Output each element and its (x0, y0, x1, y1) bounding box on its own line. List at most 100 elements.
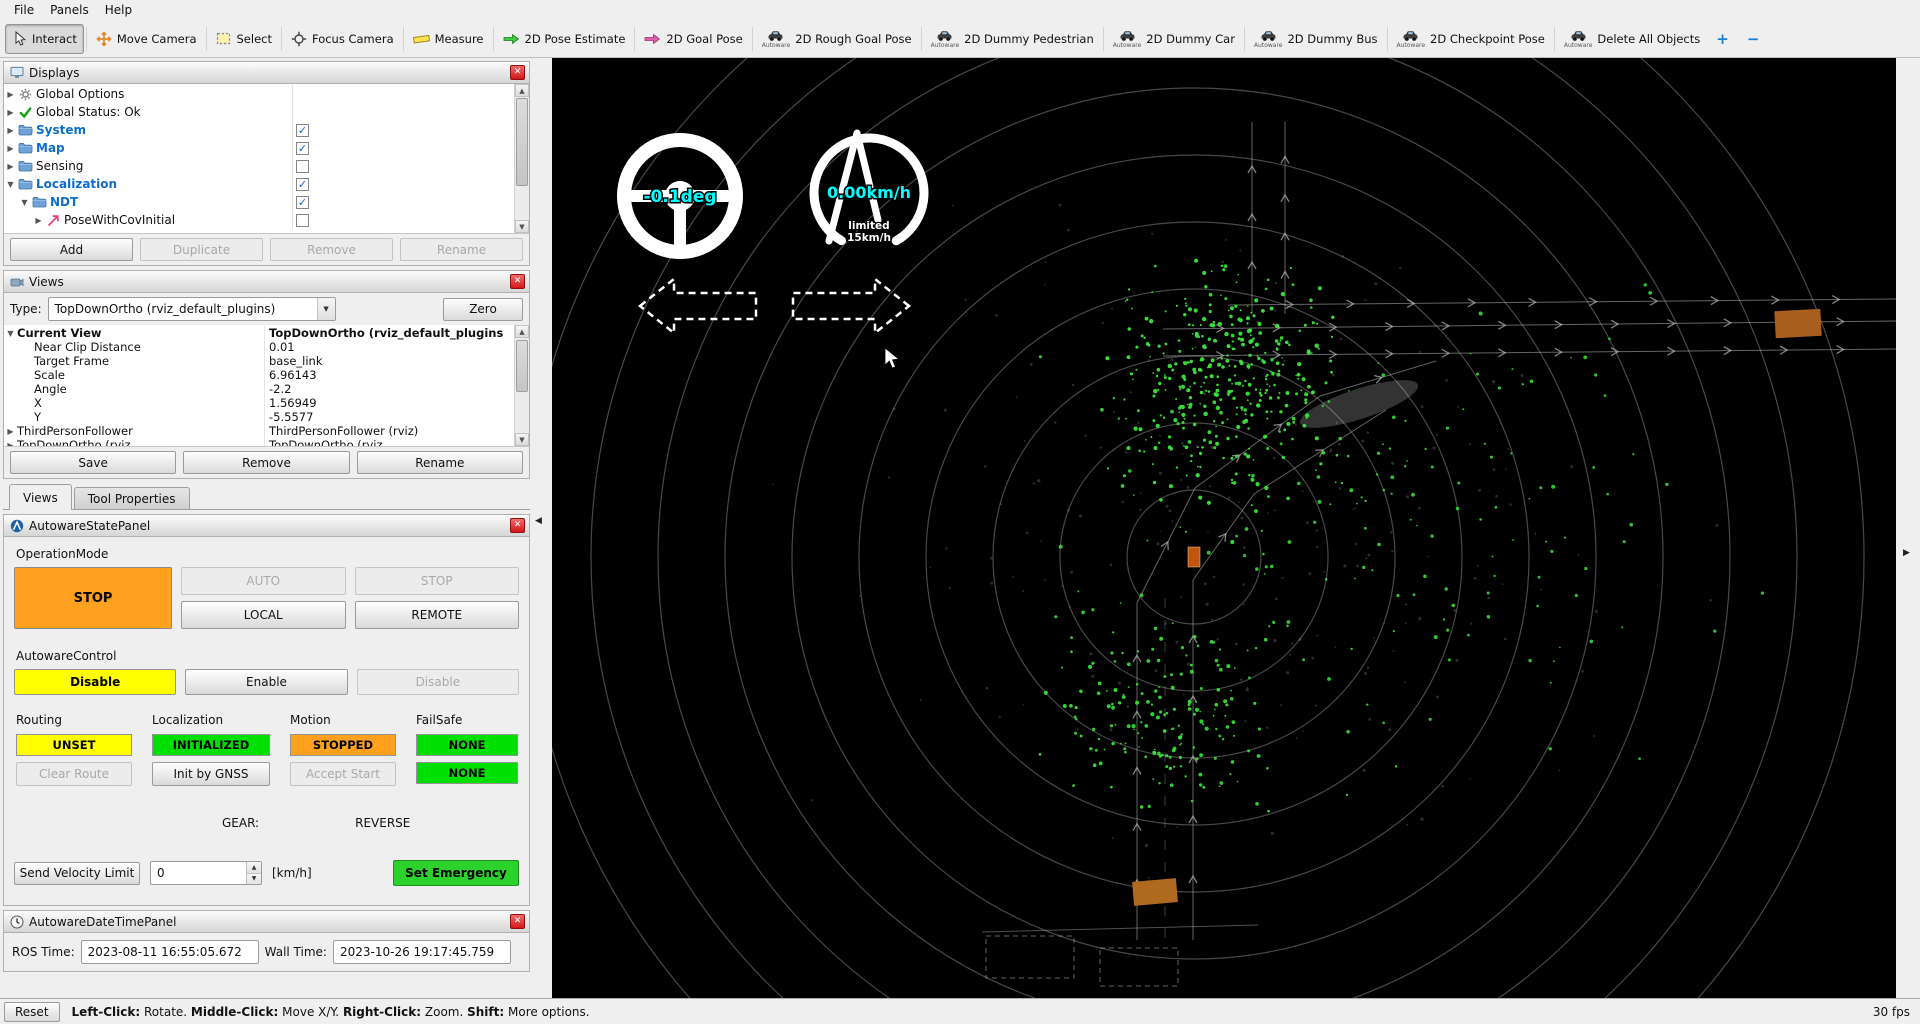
3d-viewport[interactable]: -0.1deg 0.00km/h limited 15km/h (552, 58, 1896, 998)
tool-2d-rough-goal-pose[interactable]: Autoware 2D Rough Goal Pose (755, 24, 919, 54)
display-enabled-checkbox[interactable]: ✓ (296, 195, 309, 209)
save-view-button[interactable]: Save (10, 451, 177, 474)
control-enable-button[interactable]: Enable (185, 669, 348, 695)
display-enabled-checkbox[interactable]: ✓ (296, 141, 309, 155)
chevron-right-icon[interactable]: ▶ (4, 90, 17, 99)
property-value[interactable]: -2.2 (264, 382, 514, 396)
property-value[interactable]: TopDownOrtho (rviz (264, 438, 514, 446)
property-value[interactable]: 6.96143 (264, 368, 514, 382)
display-tree-row[interactable]: ▶ Global Options (4, 85, 514, 103)
tool-interact[interactable]: Interact (5, 23, 84, 54)
spin-up-icon[interactable]: ▲ (247, 862, 261, 873)
display-enabled-checkbox[interactable] (296, 213, 309, 227)
property-row[interactable]: ▼ Current View TopDownOrtho (rviz_default_… (4, 326, 514, 340)
set-emergency-button[interactable]: Set Emergency (393, 860, 519, 886)
property-row[interactable]: ▶ TopDownOrtho (rviz TopDownOrtho (rviz (4, 438, 514, 446)
views-panel-header[interactable]: Views ✕ (4, 271, 529, 293)
chevron-right-icon[interactable]: ▶ (4, 144, 17, 153)
tool-delete-all-objects[interactable]: Autoware Delete All Objects (1557, 24, 1707, 54)
ros-time-field[interactable]: 2023-08-11 16:55:05.672 (80, 940, 259, 964)
autoware-state-panel-header[interactable]: AutowareStatePanel ✕ (4, 515, 529, 537)
velocity-limit-spinbox[interactable]: 0 ▲ ▼ (150, 861, 262, 885)
tool-2d-checkpoint-pose[interactable]: Autoware 2D Checkpoint Pose (1390, 24, 1552, 54)
view-type-combobox[interactable]: TopDownOrtho (rviz_default_plugins) ▼ (47, 297, 336, 321)
property-value[interactable]: ThirdPersonFollower (rviz) (264, 424, 514, 438)
scrollbar-thumb[interactable] (516, 98, 528, 186)
add-tool-button[interactable]: + (1707, 28, 1738, 50)
property-row[interactable]: Scale 6.96143 (4, 368, 514, 382)
right-dock-handle[interactable]: ▶ (1896, 58, 1920, 998)
display-tree-row[interactable]: ▶ Map ✓ (4, 139, 514, 157)
chevron-right-icon[interactable]: ▶ (32, 216, 45, 225)
chevron-right-icon[interactable]: ▶ (4, 126, 17, 135)
init-by-gnss-button[interactable]: Init by GNSS (152, 762, 270, 786)
display-tree-row[interactable]: ▼ Localization ✓ (4, 175, 514, 193)
dock-splitter[interactable]: ◀ (530, 58, 552, 998)
display-enabled-checkbox[interactable] (296, 159, 309, 173)
menu-panels[interactable]: Panels (42, 2, 97, 18)
display-tree-row[interactable]: ▶ Global Status: Ok (4, 103, 514, 121)
property-value[interactable]: base_link (264, 354, 514, 368)
control-disable-button[interactable]: Disable (14, 669, 177, 695)
chevron-right-icon[interactable]: ▶ (4, 427, 17, 436)
close-icon[interactable]: ✕ (510, 274, 525, 289)
close-icon[interactable]: ✕ (510, 914, 525, 929)
property-row[interactable]: ▶ ThirdPersonFollower ThirdPersonFollower … (4, 424, 514, 438)
display-tree-row[interactable]: ▼ NDT ✓ (4, 193, 514, 211)
chevron-down-icon[interactable]: ▼ (18, 198, 31, 207)
tool-2d-goal-pose[interactable]: 2D Goal Pose (637, 24, 749, 54)
add-display-button[interactable]: Add (10, 238, 133, 261)
tab-views[interactable]: Views (9, 484, 72, 510)
displays-scrollbar[interactable]: ▲ ▼ (514, 84, 529, 233)
tool-select[interactable]: Select (209, 24, 279, 54)
zero-button[interactable]: Zero (443, 297, 523, 321)
operation-stop-button[interactable]: STOP (14, 567, 172, 629)
chevron-right-icon[interactable]: ▶ (4, 108, 17, 117)
close-icon[interactable]: ✕ (510, 65, 525, 80)
render-scene[interactable]: -0.1deg 0.00km/h limited15km/h (552, 58, 1896, 998)
tool-2d-dummy-bus[interactable]: Autoware 2D Dummy Bus (1247, 24, 1385, 54)
displays-panel-header[interactable]: Displays ✕ (4, 62, 529, 84)
property-row[interactable]: Angle -2.2 (4, 382, 514, 396)
property-value[interactable]: 1.56949 (264, 396, 514, 410)
tool-move-camera[interactable]: Move Camera (89, 24, 204, 54)
scroll-down-icon[interactable]: ▼ (515, 220, 529, 233)
scroll-up-icon[interactable]: ▲ (515, 84, 529, 97)
display-enabled-checkbox[interactable]: ✓ (296, 177, 309, 191)
autoware-datetime-panel-header[interactable]: AutowareDateTimePanel ✕ (4, 911, 529, 933)
display-enabled-checkbox[interactable]: ✓ (296, 123, 309, 137)
property-row[interactable]: Near Clip Distance 0.01 (4, 340, 514, 354)
remote-button[interactable]: REMOTE (354, 601, 519, 629)
wall-time-field[interactable]: 2023-10-26 19:17:45.759 (332, 940, 511, 964)
menu-help[interactable]: Help (97, 2, 140, 18)
tool-2d-dummy-car[interactable]: Autoware 2D Dummy Car (1106, 24, 1242, 54)
collapse-right-icon[interactable]: ▶ (1903, 548, 1910, 558)
property-value[interactable]: -5.5577 (264, 410, 514, 424)
scrollbar-track[interactable] (515, 338, 529, 433)
tool-2d-pose-estimate[interactable]: 2D Pose Estimate (496, 24, 633, 54)
local-button[interactable]: LOCAL (181, 601, 346, 629)
reset-button[interactable]: Reset (4, 1001, 60, 1022)
tab-tool-properties[interactable]: Tool Properties (73, 487, 190, 509)
menu-file[interactable]: File (6, 2, 42, 18)
tool-measure[interactable]: Measure (406, 24, 491, 54)
remove-view-button[interactable]: Remove (183, 451, 350, 474)
property-value[interactable]: 0.01 (264, 340, 514, 354)
send-velocity-limit-button[interactable]: Send Velocity Limit (14, 861, 140, 885)
chevron-down-icon[interactable]: ▼ (4, 329, 17, 338)
display-tree-row[interactable]: ▶ PoseWithCovInitial (4, 211, 514, 229)
tool-focus-camera[interactable]: Focus Camera (284, 24, 401, 54)
scrollbar-thumb[interactable] (516, 340, 528, 392)
chevron-down-icon[interactable]: ▼ (4, 180, 17, 189)
chevron-right-icon[interactable]: ▶ (4, 441, 17, 447)
display-tree-row[interactable]: ▶ Sensing (4, 157, 514, 175)
display-tree-row[interactable]: ▶ System ✓ (4, 121, 514, 139)
property-row[interactable]: Target Frame base_link (4, 354, 514, 368)
scrollbar-track[interactable] (515, 97, 529, 220)
spin-down-icon[interactable]: ▼ (247, 872, 261, 884)
remove-tool-button[interactable]: − (1738, 28, 1769, 50)
scroll-down-icon[interactable]: ▼ (515, 433, 529, 446)
tool-2d-dummy-pedestrian[interactable]: Autoware 2D Dummy Pedestrian (924, 24, 1101, 54)
close-icon[interactable]: ✕ (510, 518, 525, 533)
property-row[interactable]: X 1.56949 (4, 396, 514, 410)
